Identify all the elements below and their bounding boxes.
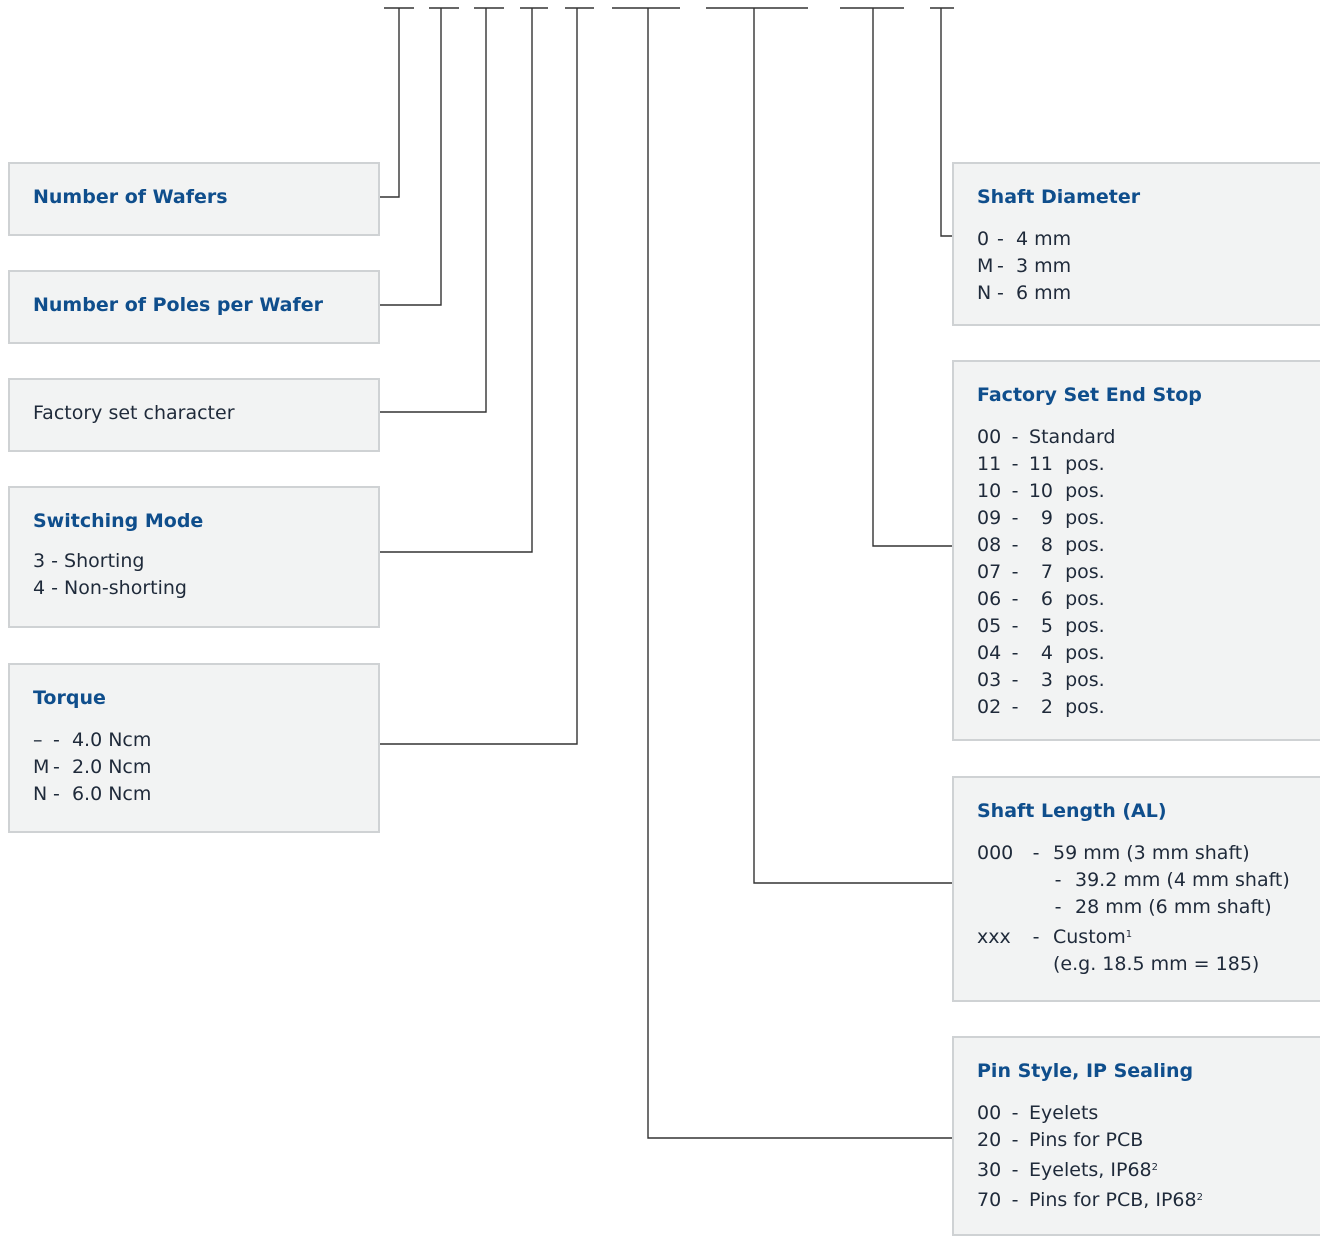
end-stop-option: 09-9 pos. <box>977 507 1105 529</box>
connector-torque <box>379 8 578 745</box>
factory-char-label: Factory set character <box>33 402 235 424</box>
pin-style-option: 20- Pins for PCB <box>977 1129 1144 1151</box>
shaft-length-title: Shaft Length (AL) <box>977 800 1167 822</box>
pin-style-title: Pin Style, IP Sealing <box>977 1060 1194 1082</box>
end-stop-option: 11-11 pos. <box>977 453 1105 475</box>
pin-style-option: 30- Eyelets, IP682 <box>977 1159 1158 1181</box>
wafers-title: Number of Wafers <box>33 186 228 208</box>
shaft-length-option: -39.2 mm (4 mm shaft) <box>1054 869 1290 891</box>
end-stop-option: 04-4 pos. <box>977 642 1105 664</box>
shaft-diameter-title: Shaft Diameter <box>977 186 1141 208</box>
torque-options: – - 4.0 Ncm M- 2.0 Ncm N- 6.0 Ncm <box>33 727 151 808</box>
torque-option: – - 4.0 Ncm <box>33 729 152 751</box>
pin-style-box: Pin Style, IP Sealing 00- Eyelets 20- Pin… <box>952 1036 1320 1236</box>
torque-option: M- 2.0 Ncm <box>33 756 152 778</box>
poles-box: Number of Poles per Wafer <box>8 270 380 344</box>
shaft-length-option: xxx - Custom1 <box>977 926 1133 948</box>
end-stop-option: 06-6 pos. <box>977 588 1105 610</box>
torque-option: N- 6.0 Ncm <box>33 783 152 805</box>
shaft-diameter-option: M- 3 mm <box>977 255 1072 277</box>
switching-options: 3 - Shorting 4 - Non-shorting <box>33 548 187 602</box>
end-stop-option: 10-10 pos. <box>977 480 1105 502</box>
switching-option: 4 - Non-shorting <box>33 577 187 599</box>
shaft-length-option: -28 mm (6 mm shaft) <box>1054 896 1272 918</box>
connector-shaft-length <box>753 8 953 884</box>
pin-style-option: 00- Eyelets <box>977 1102 1099 1124</box>
torque-box: Torque – - 4.0 Ncm M- 2.0 Ncm N- 6.0 Ncm <box>8 663 380 833</box>
poles-title: Number of Poles per Wafer <box>33 294 324 316</box>
wafers-box: Number of Wafers <box>8 162 380 236</box>
end-stop-options: 00- Standard 11-11 pos. 10-10 pos. 09-9 pos… <box>977 424 1115 721</box>
connector-pin-style <box>647 8 953 1139</box>
torque-title: Torque <box>33 687 106 709</box>
end-stop-option: 02-2 pos. <box>977 696 1105 718</box>
shaft-length-option: 000-59 mm (3 mm shaft) <box>977 842 1250 864</box>
switching-option: 3 - Shorting <box>33 550 145 572</box>
connector-poles <box>379 8 442 306</box>
shaft-diameter-options: 0- 4 mm M- 3 mm N- 6 mm <box>977 226 1071 307</box>
shaft-diameter-option: 0- 4 mm <box>977 228 1072 250</box>
switching-box: Switching Mode 3 - Shorting 4 - Non-shor… <box>8 486 380 628</box>
pin-style-options: 00- Eyelets 20- Pins for PCB 30- Eyelets, … <box>977 1100 1203 1214</box>
pin-style-option: 70- Pins for PCB, IP682 <box>977 1189 1203 1211</box>
end-stop-option: 07-7 pos. <box>977 561 1105 583</box>
shaft-diameter-option: N- 6 mm <box>977 282 1072 304</box>
shaft-length-box: Shaft Length (AL) 000-59 mm (3 mm shaft)… <box>952 776 1320 1002</box>
end-stop-option: 03-3 pos. <box>977 669 1105 691</box>
end-stop-title: Factory Set End Stop <box>977 384 1202 406</box>
end-stop-option: 05-5 pos. <box>977 615 1105 637</box>
shaft-length-options: 000-59 mm (3 mm shaft) -39.2 mm (4 mm sha… <box>977 840 1290 978</box>
connector-factory-char <box>379 8 487 413</box>
factory-char-box: Factory set character <box>8 378 380 452</box>
connector-wafers <box>379 8 400 198</box>
end-stop-option: 00- Standard <box>977 426 1116 448</box>
shaft-length-option: (e.g. 18.5 mm = 185) <box>1053 953 1260 975</box>
shaft-diameter-box: Shaft Diameter 0- 4 mm M- 3 mm N- 6 mm <box>952 162 1320 326</box>
connector-switching <box>379 8 533 553</box>
end-stop-box: Factory Set End Stop 00- Standard 11-11 p… <box>952 360 1320 741</box>
switching-title: Switching Mode <box>33 510 204 532</box>
end-stop-option: 08-8 pos. <box>977 534 1105 556</box>
